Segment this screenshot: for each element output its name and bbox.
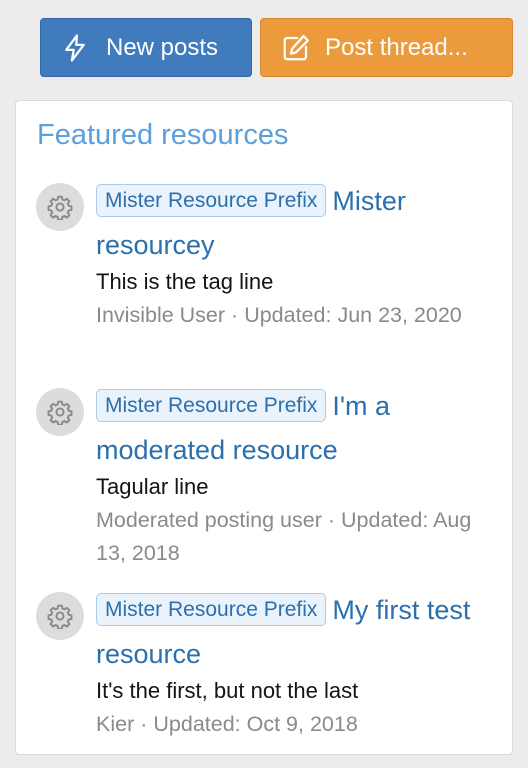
resource-title-line: Mister Resource Prefix My first test reso… (96, 588, 496, 676)
resource-meta: Moderated posting user · Updated: Aug 13… (96, 504, 496, 570)
featured-resources-block: Featured resources Mister Resource Prefi… (15, 100, 513, 755)
resource-author[interactable]: Kier (96, 712, 134, 736)
updated-label: Updated: (153, 712, 241, 736)
meta-separator: · (327, 508, 336, 532)
updated-label: Updated: (244, 303, 332, 327)
meta-separator: · (140, 712, 148, 736)
gear-icon (47, 195, 73, 220)
gear-icon (47, 604, 73, 629)
resource-title-line: Mister Resource Prefix I'm a moderated re… (96, 384, 496, 472)
new-posts-label: New posts (106, 33, 219, 61)
edit-icon (281, 33, 311, 63)
resource-tagline: Tagular line (96, 474, 209, 499)
featured-resources-title[interactable]: Featured resources (37, 119, 288, 152)
resource-avatar[interactable] (36, 592, 84, 640)
post-thread-label: Post thread... (325, 33, 468, 61)
updated-date: Oct 9, 2018 (246, 712, 358, 736)
resource-avatar[interactable] (36, 183, 84, 231)
updated-label: Updated: (341, 508, 429, 532)
resource-author[interactable]: Moderated posting user (96, 508, 322, 532)
lightning-bolt-icon (60, 33, 90, 63)
post-thread-button[interactable]: Post thread... (260, 18, 513, 77)
resource-prefix-badge[interactable]: Mister Resource Prefix (96, 389, 327, 422)
updated-date: Jun 23, 2020 (337, 303, 462, 327)
resource-meta: Kier · Updated: Oct 9, 2018 (96, 708, 496, 741)
resource-tagline: This is the tag line (96, 269, 274, 294)
resource-title-line: Mister Resource Prefix Mister resourcey (96, 179, 496, 267)
new-posts-button[interactable]: New posts (40, 18, 252, 77)
resource-meta: Invisible User · Updated: Jun 23, 2020 (96, 299, 496, 332)
resource-tagline: It's the first, but not the last (96, 678, 359, 703)
resource-author[interactable]: Invisible User (96, 303, 225, 327)
resource-prefix-badge[interactable]: Mister Resource Prefix (96, 593, 327, 626)
meta-separator: · (231, 303, 239, 327)
resource-avatar[interactable] (36, 388, 84, 436)
resource-prefix-badge[interactable]: Mister Resource Prefix (96, 184, 327, 217)
gear-icon (47, 400, 73, 425)
